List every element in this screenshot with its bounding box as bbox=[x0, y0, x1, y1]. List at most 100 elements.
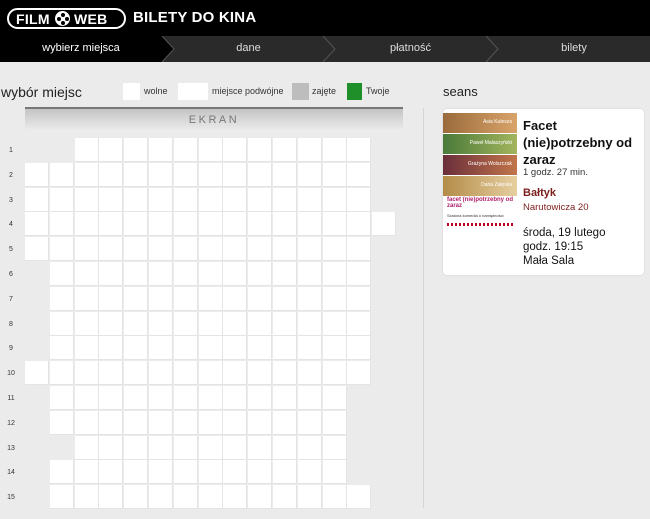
seat[interactable] bbox=[74, 460, 99, 485]
seat[interactable] bbox=[198, 162, 223, 187]
seat[interactable] bbox=[74, 286, 99, 311]
seat[interactable] bbox=[149, 410, 173, 435]
seat[interactable] bbox=[173, 286, 198, 311]
seat[interactable] bbox=[273, 187, 297, 212]
seat[interactable] bbox=[223, 187, 248, 212]
seat[interactable] bbox=[99, 460, 124, 485]
seat[interactable] bbox=[124, 386, 149, 410]
seat[interactable] bbox=[173, 237, 198, 262]
seat[interactable] bbox=[297, 435, 322, 460]
seat[interactable] bbox=[322, 410, 347, 435]
seat[interactable] bbox=[198, 138, 223, 162]
cinema-name[interactable]: Bałtyk bbox=[523, 187, 556, 199]
seat[interactable] bbox=[99, 410, 124, 435]
seat[interactable] bbox=[273, 435, 297, 460]
seat[interactable] bbox=[297, 237, 322, 262]
seat[interactable] bbox=[248, 336, 273, 361]
seat[interactable] bbox=[124, 435, 149, 460]
seat[interactable] bbox=[223, 138, 248, 162]
seat[interactable] bbox=[173, 162, 198, 187]
seat[interactable] bbox=[273, 410, 297, 435]
seat[interactable] bbox=[149, 212, 173, 237]
seat[interactable] bbox=[74, 410, 99, 435]
seat[interactable] bbox=[297, 361, 322, 386]
seat[interactable] bbox=[99, 286, 124, 311]
seat[interactable] bbox=[25, 237, 49, 262]
seat[interactable] bbox=[297, 162, 322, 187]
seat[interactable] bbox=[322, 262, 347, 286]
seat[interactable] bbox=[124, 485, 149, 510]
seat[interactable] bbox=[49, 311, 74, 336]
filmweb-logo[interactable]: FILM WEB bbox=[7, 8, 126, 29]
seat[interactable] bbox=[347, 286, 372, 311]
seat[interactable] bbox=[273, 485, 297, 510]
seat[interactable] bbox=[347, 138, 372, 162]
seat[interactable] bbox=[74, 237, 99, 262]
seat[interactable] bbox=[99, 361, 124, 386]
seat[interactable] bbox=[322, 212, 347, 237]
seat[interactable] bbox=[248, 212, 273, 237]
seat[interactable] bbox=[198, 460, 223, 485]
seat[interactable] bbox=[124, 460, 149, 485]
seat[interactable] bbox=[124, 187, 149, 212]
seat[interactable] bbox=[124, 311, 149, 336]
seat[interactable] bbox=[322, 460, 347, 485]
seat[interactable] bbox=[273, 262, 297, 286]
seat[interactable] bbox=[297, 286, 322, 311]
seat[interactable] bbox=[223, 410, 248, 435]
seat[interactable] bbox=[198, 262, 223, 286]
seat[interactable] bbox=[173, 485, 198, 510]
step-payment[interactable]: płatność bbox=[335, 42, 486, 54]
seat[interactable] bbox=[273, 311, 297, 336]
seat[interactable] bbox=[198, 386, 223, 410]
seat[interactable] bbox=[124, 237, 149, 262]
seat[interactable] bbox=[297, 187, 322, 212]
seat[interactable] bbox=[99, 336, 124, 361]
seat[interactable] bbox=[322, 162, 347, 187]
seat[interactable] bbox=[223, 460, 248, 485]
seat[interactable] bbox=[223, 237, 248, 262]
seat[interactable] bbox=[297, 336, 322, 361]
seat[interactable] bbox=[49, 361, 74, 386]
step-choose-seats[interactable]: wybierz miejsca bbox=[0, 42, 162, 54]
seat[interactable] bbox=[173, 336, 198, 361]
seat[interactable] bbox=[124, 212, 149, 237]
seat[interactable] bbox=[322, 138, 347, 162]
seat[interactable] bbox=[149, 187, 173, 212]
seat[interactable] bbox=[322, 435, 347, 460]
seat[interactable] bbox=[198, 286, 223, 311]
seat[interactable] bbox=[347, 262, 372, 286]
seat[interactable] bbox=[173, 361, 198, 386]
seat[interactable] bbox=[25, 361, 49, 386]
seat[interactable] bbox=[248, 286, 273, 311]
seat[interactable] bbox=[149, 262, 173, 286]
seat[interactable] bbox=[124, 410, 149, 435]
seat[interactable] bbox=[74, 311, 99, 336]
seat[interactable] bbox=[248, 162, 273, 187]
seat[interactable] bbox=[173, 435, 198, 460]
seat[interactable] bbox=[273, 286, 297, 311]
seat[interactable] bbox=[322, 485, 347, 510]
seat[interactable] bbox=[223, 286, 248, 311]
seat[interactable] bbox=[198, 311, 223, 336]
seat[interactable] bbox=[248, 460, 273, 485]
seat[interactable] bbox=[248, 435, 273, 460]
seat[interactable] bbox=[74, 262, 99, 286]
seat[interactable] bbox=[322, 386, 347, 410]
seat[interactable] bbox=[49, 286, 74, 311]
seat[interactable] bbox=[273, 386, 297, 410]
seat[interactable] bbox=[74, 187, 99, 212]
seat[interactable] bbox=[49, 410, 74, 435]
seat[interactable] bbox=[297, 138, 322, 162]
seat[interactable] bbox=[297, 311, 322, 336]
seat[interactable] bbox=[322, 361, 347, 386]
seat[interactable] bbox=[99, 162, 124, 187]
seat[interactable] bbox=[273, 460, 297, 485]
seat[interactable] bbox=[273, 212, 297, 237]
seat[interactable] bbox=[99, 212, 124, 237]
seat[interactable] bbox=[25, 212, 49, 237]
seat[interactable] bbox=[149, 138, 173, 162]
seat[interactable] bbox=[124, 138, 149, 162]
seat[interactable] bbox=[74, 138, 99, 162]
seat[interactable] bbox=[297, 386, 322, 410]
